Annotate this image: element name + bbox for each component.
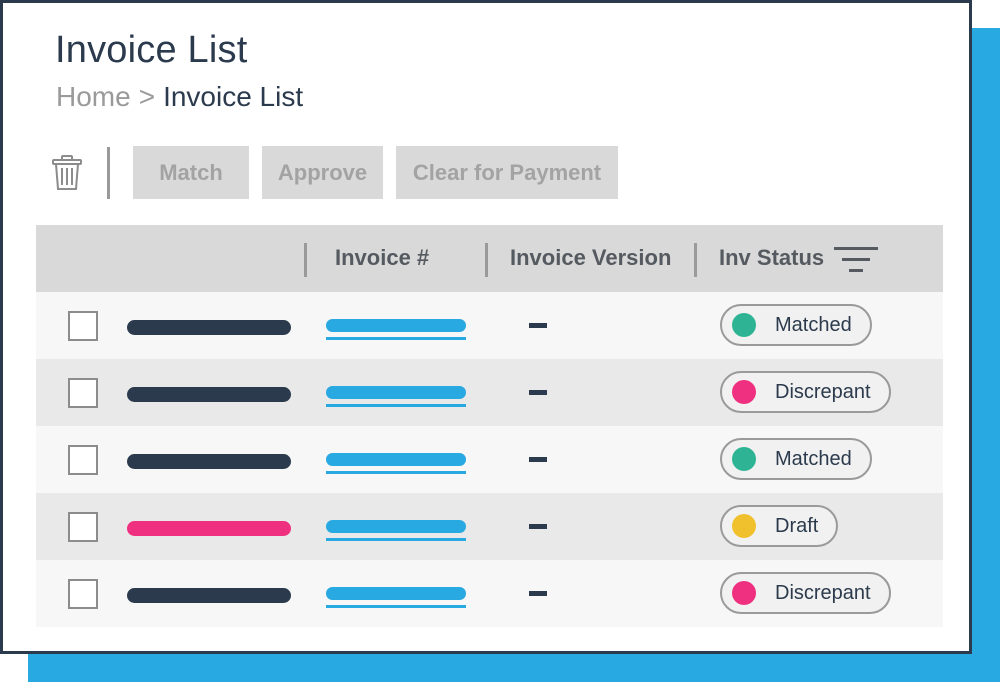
table-header: Invoice # Invoice Version Inv Status (36, 225, 943, 292)
breadcrumb-home-link[interactable]: Home (56, 81, 131, 112)
invoice-list-panel: Invoice List Home > Invoice List Match App… (0, 0, 972, 654)
invoice-version-empty (529, 323, 547, 328)
column-header-invoice-version[interactable]: Invoice Version (510, 245, 671, 271)
link-underline (326, 605, 466, 608)
breadcrumb-current: Invoice List (163, 81, 304, 112)
status-badge[interactable]: Draft (720, 505, 839, 547)
row-checkbox[interactable] (68, 445, 98, 475)
invoice-number-placeholder (326, 386, 466, 399)
table-row[interactable]: Discrepant (36, 359, 943, 426)
invoice-number-placeholder (326, 319, 466, 332)
link-underline (326, 471, 466, 474)
vendor-name-placeholder (127, 320, 291, 335)
status-dot (732, 581, 756, 605)
status-label: Discrepant (775, 581, 871, 604)
column-separator (304, 243, 307, 277)
status-badge[interactable]: Discrepant (720, 572, 891, 614)
toolbar-divider (107, 147, 110, 199)
status-dot (732, 514, 756, 538)
column-separator (694, 243, 697, 277)
table-row[interactable]: Matched (36, 426, 943, 493)
invoice-table: Invoice # Invoice Version Inv Status Mat… (36, 225, 943, 627)
approve-button[interactable]: Approve (262, 146, 383, 199)
row-checkbox[interactable] (68, 579, 98, 609)
invoice-number-link[interactable] (326, 453, 466, 474)
status-label: Discrepant (775, 380, 871, 403)
status-label: Matched (775, 447, 852, 470)
column-header-inv-status[interactable]: Inv Status (719, 245, 824, 271)
page-title: Invoice List (55, 29, 248, 71)
row-checkbox[interactable] (68, 378, 98, 408)
status-badge[interactable]: Discrepant (720, 371, 891, 413)
status-dot (732, 447, 756, 471)
invoice-number-placeholder (326, 520, 466, 533)
column-separator (485, 243, 488, 277)
table-row[interactable]: Matched (36, 292, 943, 359)
table-row[interactable]: Draft (36, 493, 943, 560)
row-checkbox[interactable] (68, 311, 98, 341)
status-dot (732, 380, 756, 404)
vendor-name-placeholder (127, 588, 291, 603)
vendor-name-placeholder (127, 387, 291, 402)
status-label: Matched (775, 313, 852, 336)
invoice-version-empty (529, 390, 547, 395)
invoice-number-link[interactable] (326, 386, 466, 407)
status-dot (732, 313, 756, 337)
link-underline (326, 538, 466, 541)
vendor-name-placeholder (127, 454, 291, 469)
invoice-number-link[interactable] (326, 319, 466, 340)
status-label: Draft (775, 514, 819, 537)
status-badge[interactable]: Matched (720, 304, 872, 346)
clear-for-payment-button[interactable]: Clear for Payment (396, 146, 618, 199)
invoice-number-placeholder (326, 453, 466, 466)
invoice-number-link[interactable] (326, 587, 466, 608)
invoice-version-empty (529, 591, 547, 596)
trash-icon[interactable] (51, 155, 83, 191)
invoice-number-link[interactable] (326, 520, 466, 541)
breadcrumb: Home > Invoice List (56, 81, 303, 113)
link-underline (326, 337, 466, 340)
invoice-version-empty (529, 457, 547, 462)
status-badge[interactable]: Matched (720, 438, 872, 480)
vendor-name-placeholder (127, 521, 291, 536)
match-button[interactable]: Match (133, 146, 249, 199)
row-checkbox[interactable] (68, 512, 98, 542)
invoice-version-empty (529, 524, 547, 529)
breadcrumb-separator: > (138, 81, 156, 112)
invoice-number-placeholder (326, 587, 466, 600)
link-underline (326, 404, 466, 407)
filter-icon[interactable] (834, 247, 878, 273)
column-header-invoice-number[interactable]: Invoice # (335, 245, 429, 271)
table-row[interactable]: Discrepant (36, 560, 943, 627)
